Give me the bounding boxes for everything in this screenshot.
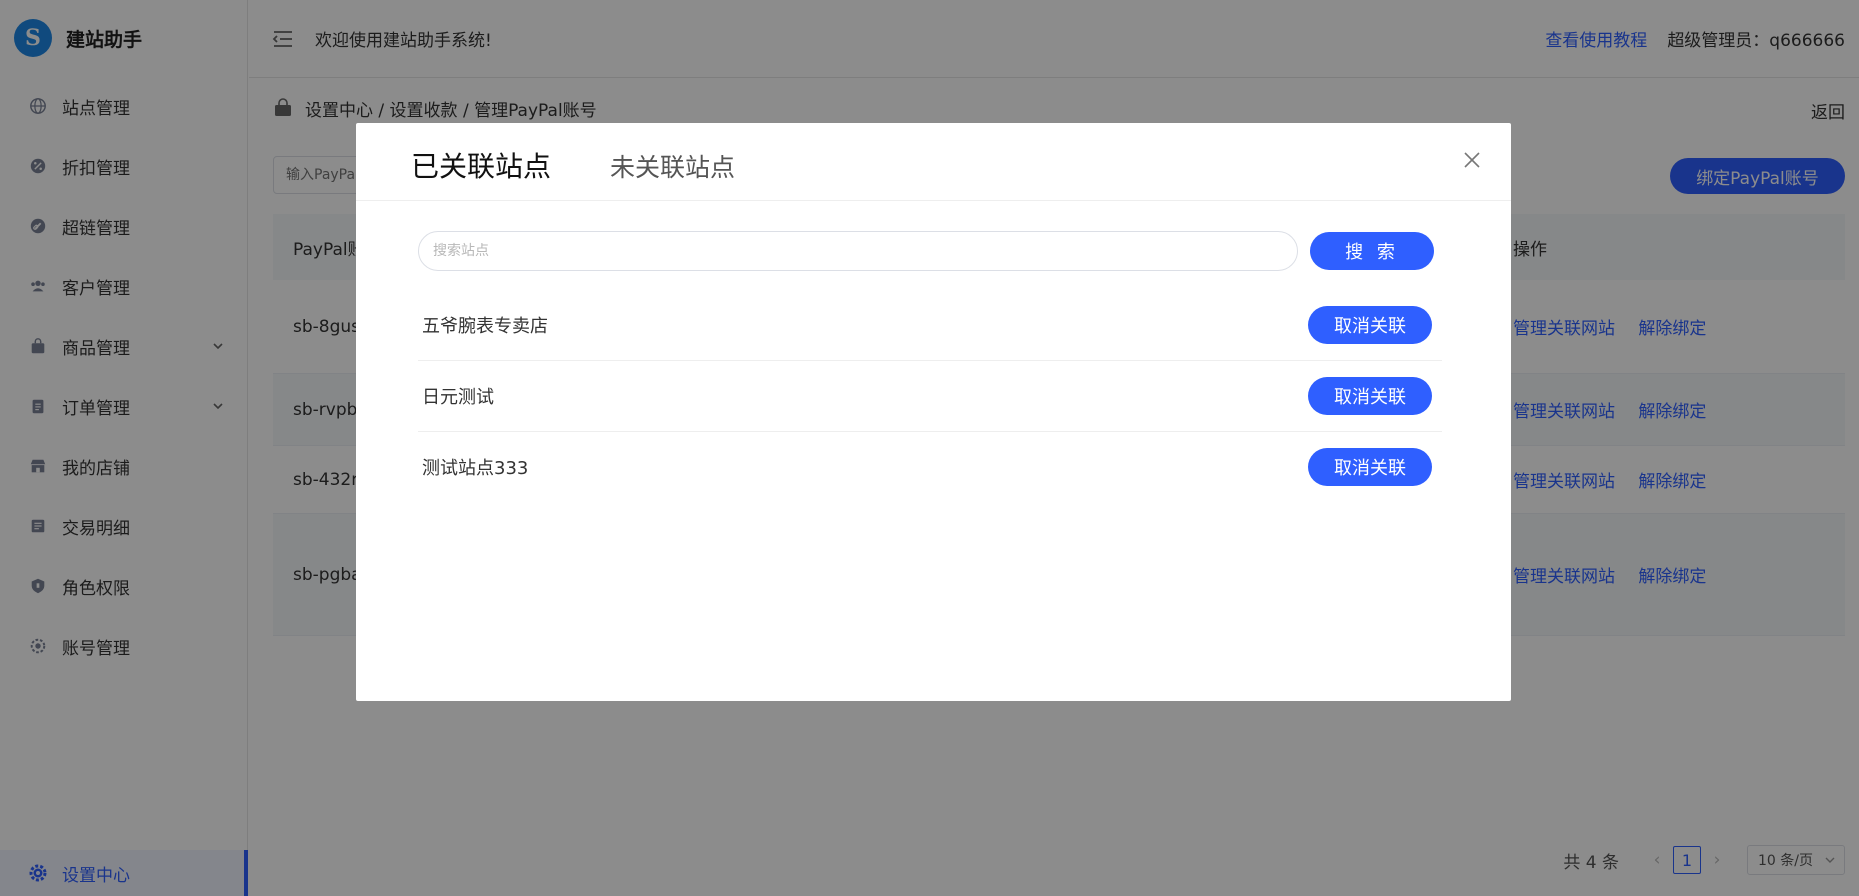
tab-unlinked-sites[interactable]: 未关联站点 (610, 148, 735, 184)
list-item: 五爷腕表专卖店 取消关联 (418, 290, 1442, 361)
search-button[interactable]: 搜 索 (1310, 232, 1434, 270)
modal-body: 搜 索 五爷腕表专卖店 取消关联 日元测试 取消关联 测试站点333 取消关联 (418, 231, 1442, 503)
site-name: 测试站点333 (422, 458, 529, 479)
tab-linked-sites[interactable]: 已关联站点 (411, 145, 551, 185)
site-search-row: 搜 索 (418, 231, 1442, 271)
linked-site-list: 五爷腕表专卖店 取消关联 日元测试 取消关联 测试站点333 取消关联 (418, 290, 1442, 503)
linked-sites-modal: 已关联站点 未关联站点 搜 索 五爷腕表专卖店 取消关联 日元测试 取消关联 测… (356, 123, 1511, 701)
modal-header: 已关联站点 未关联站点 (356, 123, 1511, 201)
list-item: 日元测试 取消关联 (418, 361, 1442, 432)
unlink-button[interactable]: 取消关联 (1308, 448, 1432, 486)
list-item: 测试站点333 取消关联 (418, 432, 1442, 503)
unlink-button[interactable]: 取消关联 (1308, 306, 1432, 344)
close-icon[interactable] (1461, 149, 1483, 171)
site-search-input[interactable] (418, 231, 1298, 271)
unlink-button[interactable]: 取消关联 (1308, 377, 1432, 415)
site-name: 日元测试 (422, 387, 494, 408)
site-name: 五爷腕表专卖店 (422, 316, 548, 337)
